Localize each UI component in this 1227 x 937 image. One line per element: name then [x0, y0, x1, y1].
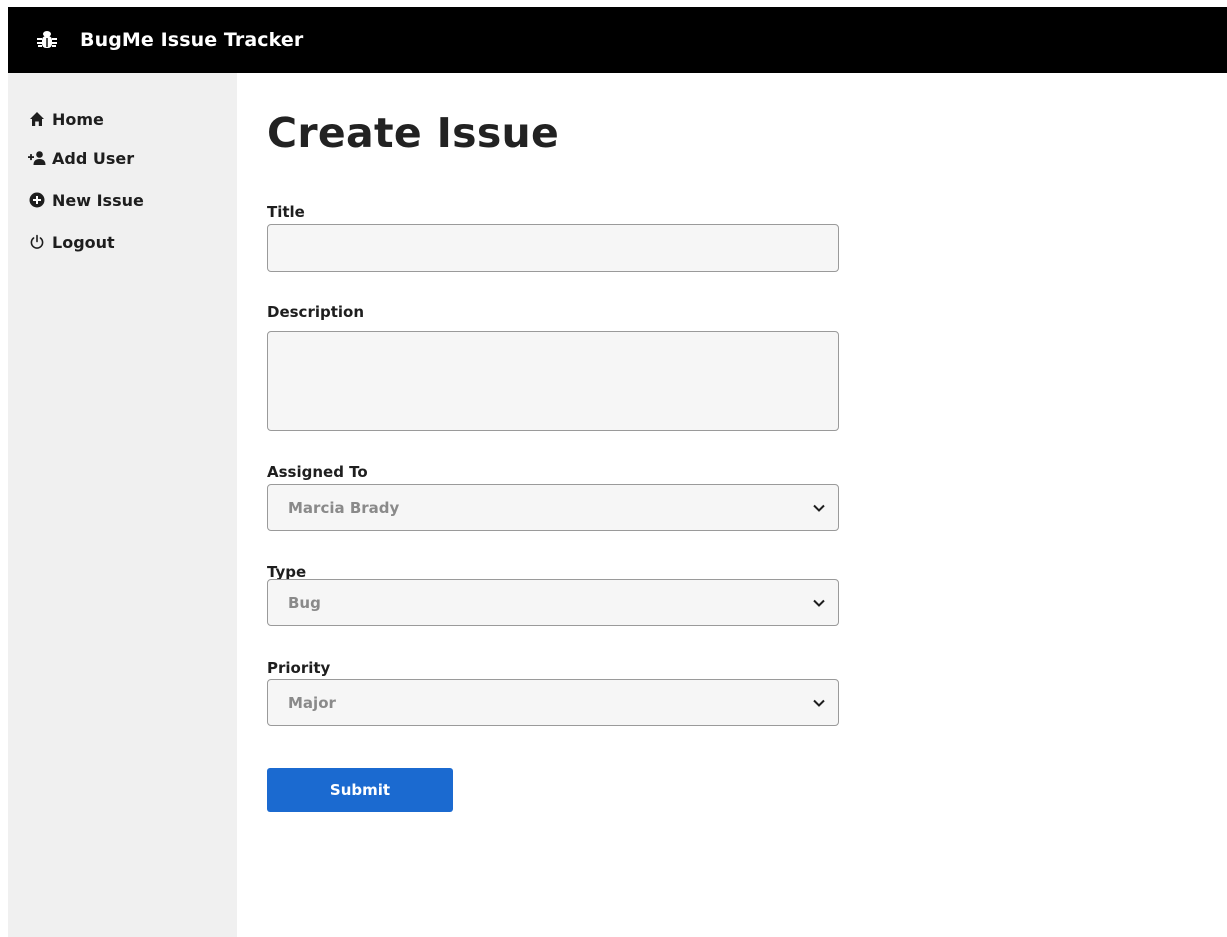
- priority-value: Major: [288, 693, 336, 712]
- add-user-icon: [28, 149, 46, 167]
- sidebar-item-add-user[interactable]: Add User: [8, 137, 237, 179]
- sidebar-nav: Home Add User New Issue Logout: [8, 73, 237, 263]
- title-label: Title: [267, 203, 305, 221]
- sidebar-item-home[interactable]: Home: [8, 101, 237, 137]
- chevron-down-icon: [812, 501, 826, 515]
- bug-icon: [36, 29, 58, 51]
- home-icon: [28, 110, 46, 128]
- assigned-to-select[interactable]: Marcia Brady: [267, 484, 839, 531]
- main-content: Create Issue Title Description Assigned …: [267, 73, 1227, 937]
- top-header: BugMe Issue Tracker: [8, 7, 1227, 73]
- page-title: Create Issue: [267, 109, 560, 157]
- app-window: BugMe Issue Tracker Home Add User New Is…: [8, 7, 1227, 937]
- priority-label: Priority: [267, 659, 331, 677]
- app-title: BugMe Issue Tracker: [80, 29, 304, 51]
- type-value: Bug: [288, 593, 321, 612]
- power-icon: [28, 233, 46, 251]
- submit-button[interactable]: Submit: [267, 768, 453, 812]
- assigned-to-label: Assigned To: [267, 463, 368, 481]
- assigned-to-value: Marcia Brady: [288, 498, 400, 517]
- sidebar-item-label: Logout: [52, 232, 115, 252]
- description-textarea[interactable]: [267, 331, 839, 431]
- sidebar-item-new-issue[interactable]: New Issue: [8, 179, 237, 221]
- sidebar: Home Add User New Issue Logout: [8, 73, 237, 937]
- plus-circle-icon: [28, 191, 46, 209]
- chevron-down-icon: [812, 596, 826, 610]
- sidebar-item-label: Add User: [52, 148, 135, 168]
- sidebar-item-logout[interactable]: Logout: [8, 221, 237, 263]
- sidebar-item-label: Home: [52, 109, 104, 129]
- title-input[interactable]: [267, 224, 839, 272]
- priority-select[interactable]: Major: [267, 679, 839, 726]
- description-label: Description: [267, 303, 365, 321]
- sidebar-item-label: New Issue: [52, 190, 144, 210]
- type-select[interactable]: Bug: [267, 579, 839, 626]
- chevron-down-icon: [812, 696, 826, 710]
